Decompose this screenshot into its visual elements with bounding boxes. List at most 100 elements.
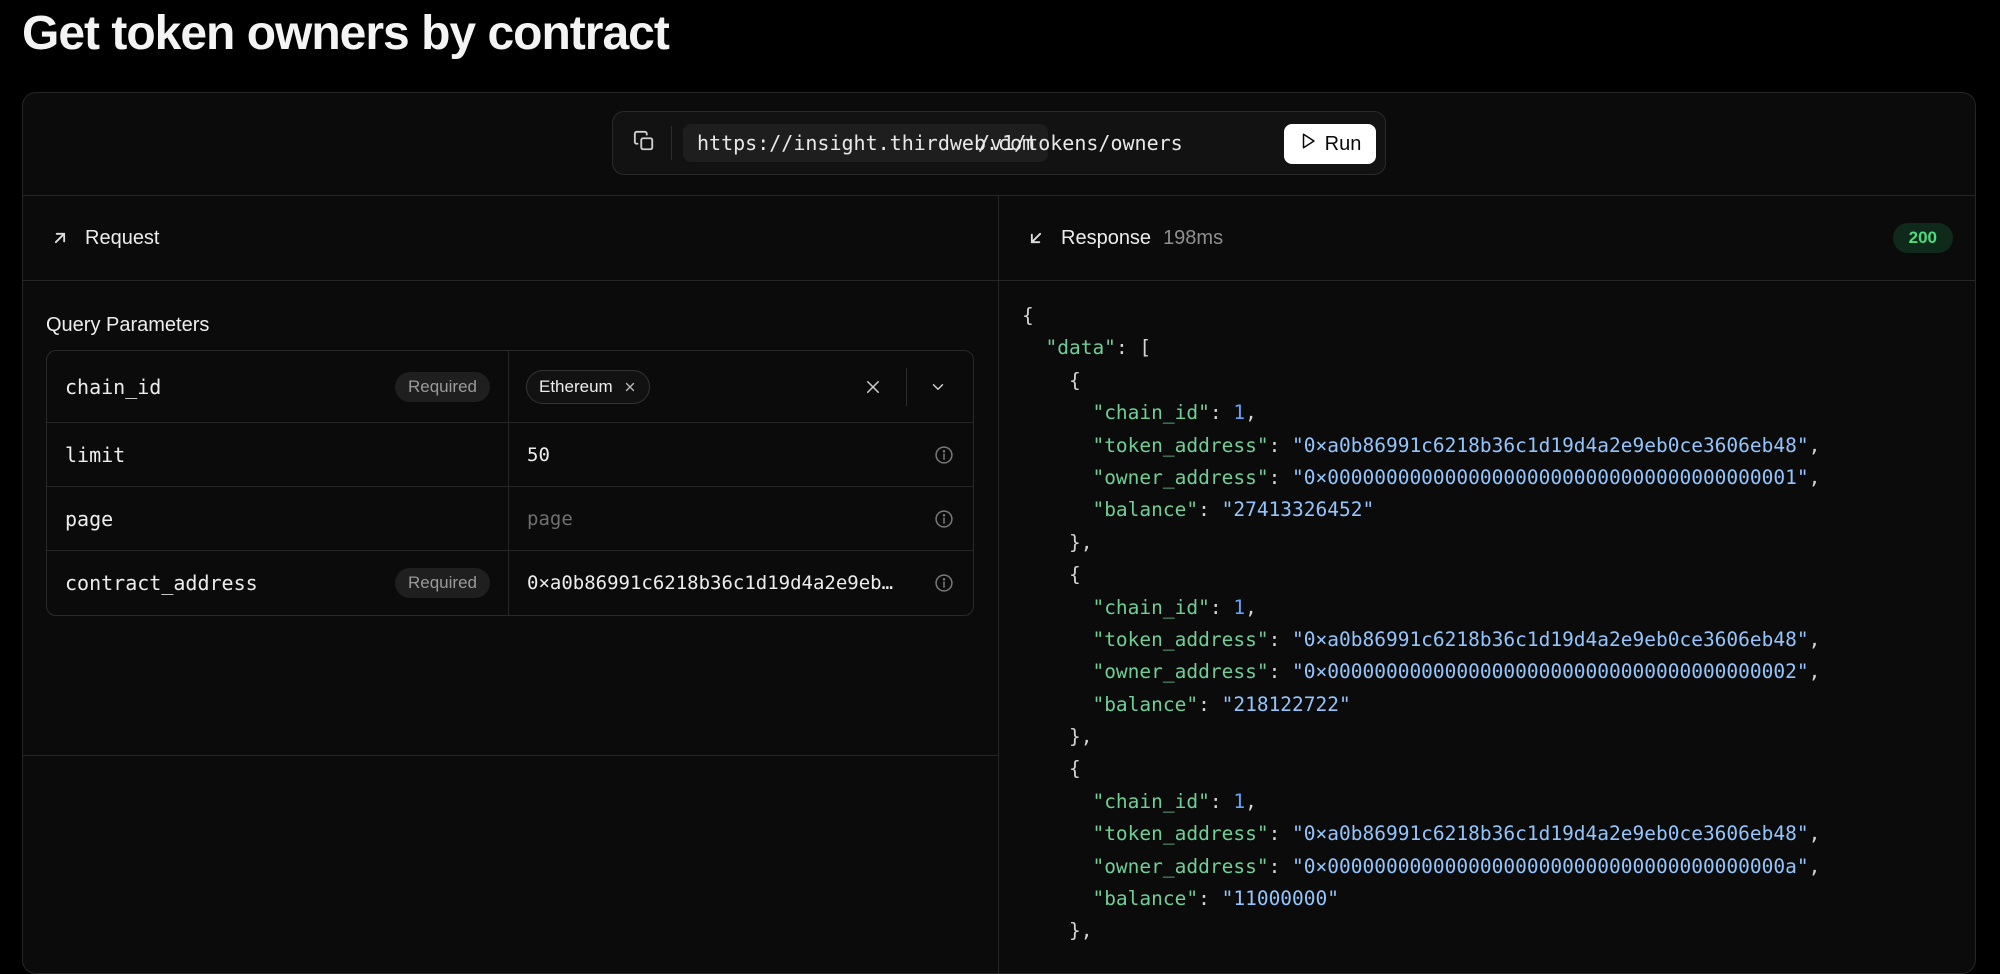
limit-input[interactable]: 50 xyxy=(509,423,973,486)
query-parameters-title: Query Parameters xyxy=(46,314,210,336)
url-bar: https://insight.thirdweb.com /v1/tokens/… xyxy=(612,111,1386,175)
json-token: }, xyxy=(1022,919,1093,943)
info-icon[interactable] xyxy=(933,508,955,530)
param-name: contract_address xyxy=(65,571,258,595)
response-body[interactable]: { "data": [ { "chain_id": 1, "token_addr… xyxy=(999,281,1975,973)
url-divider xyxy=(671,126,672,160)
json-line: "chain_id": 1, xyxy=(1022,592,1820,624)
endpoint-path[interactable]: /v1/tokens/owners xyxy=(978,124,1183,162)
info-icon[interactable] xyxy=(933,572,955,594)
json-line: "data": [ xyxy=(1022,332,1820,364)
response-time: 198ms xyxy=(1163,226,1224,249)
api-playground-panel: https://insight.thirdweb.com /v1/tokens/… xyxy=(22,92,1976,974)
json-token: : xyxy=(1209,401,1234,425)
json-line: "token_address": "0×a0b86991c6218b36c1d1… xyxy=(1022,430,1820,462)
required-badge: Required xyxy=(395,568,490,598)
json-token: { xyxy=(1022,368,1081,392)
json-token: : xyxy=(1268,433,1293,457)
json-line: { xyxy=(1022,559,1820,591)
param-row-page: page page xyxy=(47,487,973,551)
chain-chip: Ethereum xyxy=(526,369,650,404)
json-token: : xyxy=(1198,887,1222,911)
json-line: "balance": "27413326452" xyxy=(1022,494,1820,526)
response-pane: Response 198ms 200 { "data": [ { "chain_… xyxy=(999,196,1975,973)
json-token: "owner_address" xyxy=(1092,660,1269,684)
json-token: : xyxy=(1209,789,1234,813)
json-token: 1 xyxy=(1233,595,1246,619)
json-token: : xyxy=(1268,822,1293,846)
json-line: { xyxy=(1022,300,1820,332)
json-token: "owner_address" xyxy=(1092,465,1269,489)
params-divider xyxy=(23,755,998,756)
json-token: }, xyxy=(1022,530,1093,554)
json-token: "11000000" xyxy=(1221,887,1340,911)
json-token: "balance" xyxy=(1092,498,1199,522)
json-line: "chain_id": 1, xyxy=(1022,786,1820,818)
json-token: : xyxy=(1268,465,1293,489)
chip-remove-button[interactable] xyxy=(623,380,637,394)
json-token: "owner_address" xyxy=(1092,854,1269,878)
json-token: , xyxy=(1245,595,1257,619)
json-line: { xyxy=(1022,753,1820,785)
param-name-cell: page xyxy=(47,487,509,550)
json-line: "owner_address": "0×00000000000000000000… xyxy=(1022,462,1820,494)
run-button[interactable]: Run xyxy=(1284,124,1376,164)
json-token: "balance" xyxy=(1092,887,1199,911)
arrow-down-left-icon xyxy=(1025,227,1047,249)
contract-address-input[interactable]: 0×a0b86991c6218b36c1d19d4a2e9eb… xyxy=(509,551,973,615)
clear-icon[interactable] xyxy=(862,376,884,398)
chevron-down-icon[interactable] xyxy=(927,376,949,398)
json-token: : xyxy=(1268,627,1293,651)
json-line: }, xyxy=(1022,915,1820,947)
select-divider xyxy=(906,368,907,406)
json-token: : xyxy=(1198,692,1222,716)
param-name-cell: limit xyxy=(47,423,509,486)
response-header: Response 198ms 200 xyxy=(999,196,1975,281)
request-header: Request xyxy=(23,196,998,281)
json-line: }, xyxy=(1022,527,1820,559)
chain-chip-label: Ethereum xyxy=(539,376,613,396)
param-name-cell: contract_address Required xyxy=(47,551,509,615)
response-json: { "data": [ { "chain_id": 1, "token_addr… xyxy=(1022,300,1820,948)
json-token: "chain_id" xyxy=(1092,401,1210,425)
limit-value[interactable]: 50 xyxy=(527,444,550,466)
json-token: 1 xyxy=(1233,789,1246,813)
page-input[interactable]: page xyxy=(509,487,973,550)
json-token: { xyxy=(1022,757,1081,781)
param-name: page xyxy=(65,506,114,531)
json-token: "0×0000000000000000000000000000000000000… xyxy=(1292,854,1809,878)
json-token: , xyxy=(1808,822,1821,846)
json-line: "chain_id": 1, xyxy=(1022,397,1820,429)
status-badge: 200 xyxy=(1892,223,1953,253)
chain-select[interactable]: Ethereum xyxy=(509,351,973,422)
json-token: , xyxy=(1808,433,1821,457)
required-badge: Required xyxy=(395,371,490,402)
json-token: , xyxy=(1808,854,1821,878)
json-token: "data" xyxy=(1045,336,1116,360)
json-token: , xyxy=(1808,465,1821,489)
copy-url-button[interactable] xyxy=(627,126,661,160)
query-params-table: chain_id Required Ethereum limit 50 page… xyxy=(46,350,974,616)
json-line: "owner_address": "0×00000000000000000000… xyxy=(1022,851,1820,883)
json-line: "token_address": "0×a0b86991c6218b36c1d1… xyxy=(1022,624,1820,656)
info-icon[interactable] xyxy=(933,444,955,466)
json-token: "0×a0b86991c6218b36c1d19d4a2e9eb0ce3606e… xyxy=(1292,433,1809,457)
param-row-chain-id: chain_id Required Ethereum xyxy=(47,351,973,423)
page-placeholder[interactable]: page xyxy=(527,508,573,530)
contract-address-value[interactable]: 0×a0b86991c6218b36c1d19d4a2e9eb… xyxy=(527,572,893,594)
json-line: }, xyxy=(1022,721,1820,753)
run-label: Run xyxy=(1324,132,1362,155)
arrow-up-right-icon xyxy=(49,227,71,249)
param-name-cell: chain_id Required xyxy=(47,351,509,422)
param-name: limit xyxy=(65,442,126,467)
json-token: "0×a0b86991c6218b36c1d19d4a2e9eb0ce3606e… xyxy=(1292,627,1809,651)
json-token: , xyxy=(1808,660,1821,684)
page-title: Get token owners by contract xyxy=(22,7,670,60)
